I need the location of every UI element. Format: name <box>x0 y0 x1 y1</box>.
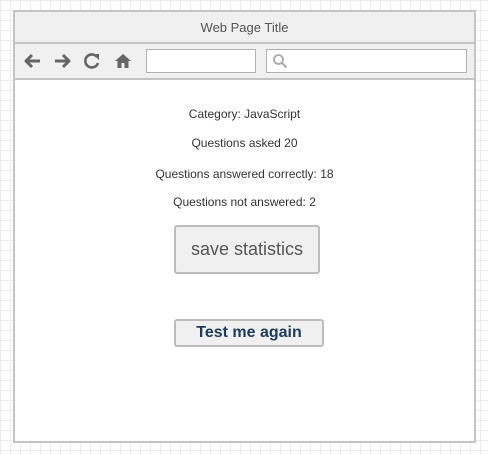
category-label: Category: JavaScript <box>188 107 301 121</box>
title-bar: Web Page Title <box>15 12 474 44</box>
forward-arrow-icon[interactable] <box>52 51 72 71</box>
save-statistics-button[interactable]: save statistics <box>174 225 320 274</box>
questions-asked-label: Questions asked 20 <box>191 136 298 150</box>
back-arrow-icon[interactable] <box>23 51 43 71</box>
address-bar-input[interactable] <box>146 49 256 73</box>
questions-not-answered-label: Questions not answered: 2 <box>173 195 316 209</box>
browser-window: Web Page Title Category: JavaScript Ques… <box>13 10 476 443</box>
questions-correct-label: Questions answered correctly: 18 <box>155 167 334 181</box>
page-content: Category: JavaScript Questions asked 20 … <box>15 80 474 441</box>
window-title: Web Page Title <box>200 19 289 35</box>
search-input[interactable] <box>266 49 467 73</box>
reload-icon[interactable] <box>82 51 102 71</box>
browser-toolbar <box>15 44 474 80</box>
test-me-again-button[interactable]: Test me again <box>174 319 324 347</box>
search-icon <box>273 54 288 69</box>
home-icon[interactable] <box>113 51 133 71</box>
